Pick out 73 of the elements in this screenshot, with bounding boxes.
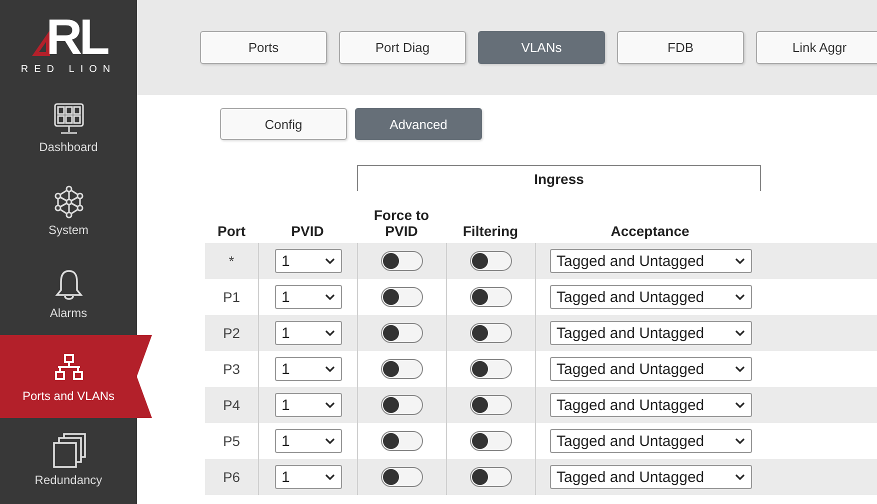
stacked-squares-icon — [52, 432, 86, 468]
column-header: PVID — [291, 223, 324, 239]
port-label: P4 — [222, 397, 240, 413]
port-label: P5 — [222, 433, 240, 449]
filtering-toggle[interactable] — [470, 359, 512, 379]
tab[interactable]: Port Diag — [339, 31, 466, 64]
port-label: * — [228, 253, 234, 269]
acceptance-select[interactable]: Tagged and Untagged — [550, 321, 752, 345]
chevron-down-icon — [324, 330, 334, 336]
column-header: Acceptance — [610, 223, 690, 239]
chevron-down-icon — [734, 474, 744, 480]
acceptance-select[interactable]: Tagged and Untagged — [550, 249, 752, 273]
filtering-toggle[interactable] — [470, 251, 512, 271]
acceptance-select[interactable]: Tagged and Untagged — [550, 393, 752, 417]
chevron-down-icon — [324, 438, 334, 444]
force-to-pvid-toggle[interactable] — [381, 251, 423, 271]
acceptance-select[interactable]: Tagged and Untagged — [550, 285, 752, 309]
acceptance-select[interactable]: Tagged and Untagged — [550, 465, 752, 489]
subtab[interactable]: Config — [220, 108, 347, 140]
force-to-pvid-toggle[interactable] — [381, 395, 423, 415]
force-to-pvid-toggle[interactable] — [381, 431, 423, 451]
chevron-down-icon — [734, 258, 744, 264]
chevron-down-icon — [324, 402, 334, 408]
logo-mark: RL — [46, 12, 107, 62]
tab[interactable]: FDB — [617, 31, 744, 64]
group-header: Ingress — [357, 165, 761, 191]
pvid-select[interactable]: 1 — [274, 429, 342, 453]
filtering-toggle[interactable] — [470, 395, 512, 415]
tab[interactable]: Link Aggr — [756, 31, 877, 64]
force-to-pvid-toggle[interactable] — [381, 323, 423, 343]
acceptance-select[interactable]: Tagged and Untagged — [550, 429, 752, 453]
port-label: P3 — [222, 361, 240, 377]
network-nodes-icon — [52, 184, 84, 218]
sidebar-item[interactable]: Dashboard — [0, 86, 137, 169]
chevron-down-icon — [324, 474, 334, 480]
filtering-toggle[interactable] — [470, 323, 512, 343]
filtering-toggle[interactable] — [470, 287, 512, 307]
sidebar-item[interactable]: Alarms — [0, 252, 137, 335]
filtering-toggle[interactable] — [470, 467, 512, 487]
column-header: Filtering — [462, 223, 518, 239]
port-label: P6 — [222, 469, 240, 485]
dashboard-icon — [52, 102, 84, 136]
sidebar-item[interactable]: Ports and VLANs — [0, 335, 152, 418]
acceptance-select[interactable]: Tagged and Untagged — [550, 357, 752, 381]
port-label: P2 — [222, 325, 240, 341]
chevron-down-icon — [734, 366, 744, 372]
chevron-down-icon — [734, 330, 744, 336]
force-to-pvid-toggle[interactable] — [381, 287, 423, 307]
bell-icon — [52, 268, 84, 302]
chevron-down-icon — [324, 366, 334, 372]
force-to-pvid-toggle[interactable] — [381, 359, 423, 379]
sidebar-item[interactable]: Redundancy — [0, 418, 137, 501]
chevron-down-icon — [324, 258, 334, 264]
chevron-down-icon — [734, 402, 744, 408]
port-label: P1 — [222, 289, 240, 305]
force-to-pvid-toggle[interactable] — [381, 467, 423, 487]
filtering-toggle[interactable] — [470, 431, 512, 451]
pvid-select[interactable]: 1 — [274, 357, 342, 381]
tab[interactable]: VLANs — [478, 31, 605, 64]
pvid-select[interactable]: 1 — [274, 465, 342, 489]
pvid-select[interactable]: 1 — [274, 393, 342, 417]
column-header: Force to PVID — [372, 207, 430, 239]
sidebar-item[interactable]: System — [0, 169, 137, 252]
pvid-select[interactable]: 1 — [274, 249, 342, 273]
column-header: Port — [218, 223, 246, 239]
pvid-select[interactable]: 1 — [274, 321, 342, 345]
logo-wordmark: RED LION — [20, 64, 116, 74]
tab[interactable]: Ports — [200, 31, 327, 64]
chevron-down-icon — [734, 294, 744, 300]
chevron-down-icon — [324, 294, 334, 300]
pvid-select[interactable]: 1 — [274, 285, 342, 309]
subtab[interactable]: Advanced — [355, 108, 482, 140]
chevron-down-icon — [734, 438, 744, 444]
